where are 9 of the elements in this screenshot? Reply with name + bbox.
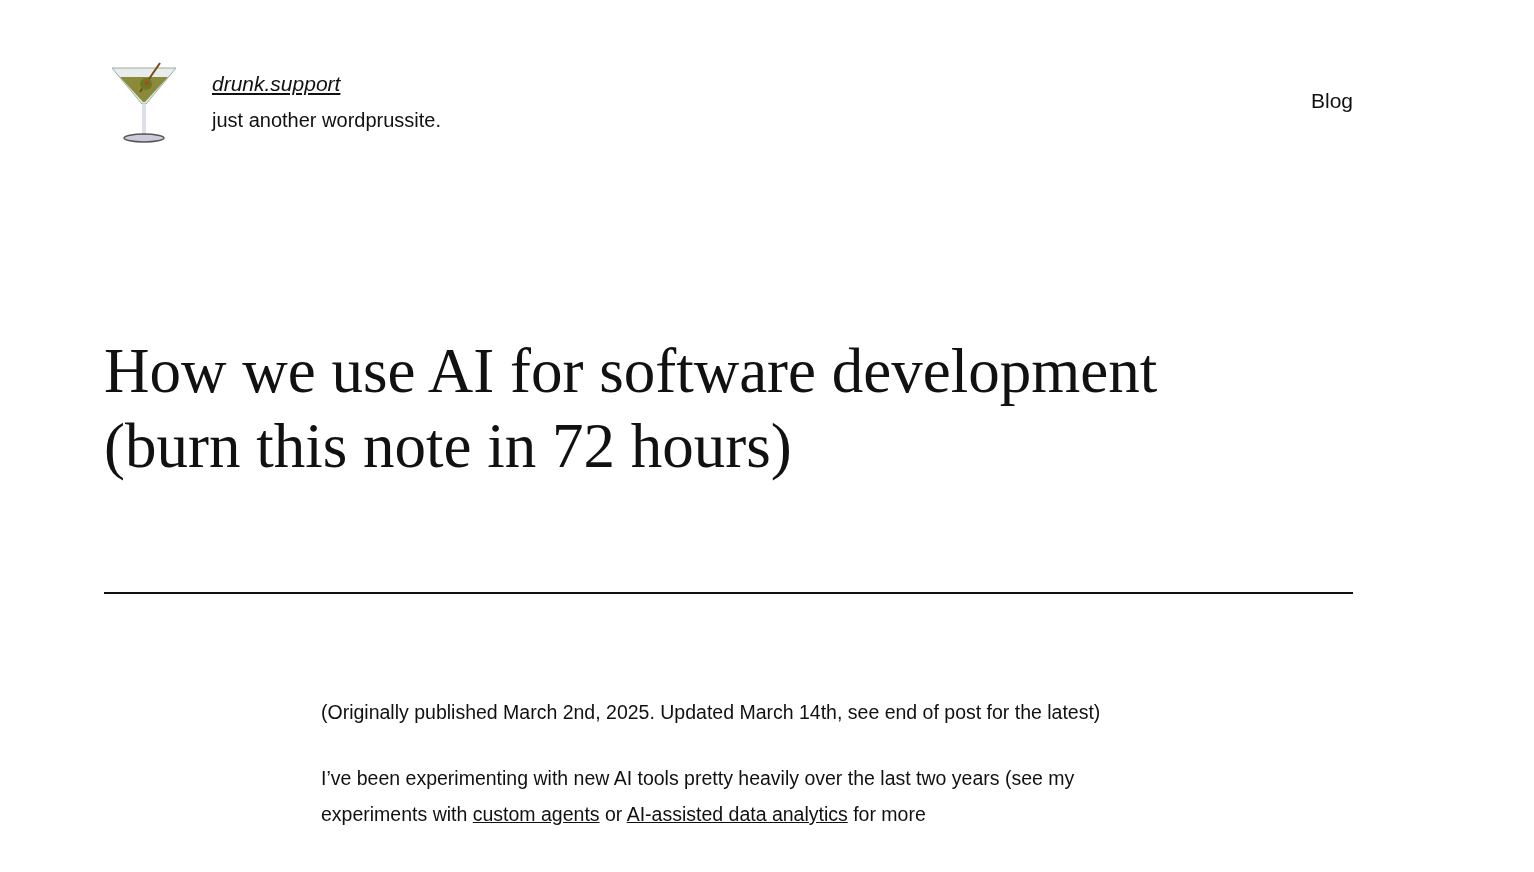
site-title-link[interactable]: drunk.support <box>212 70 441 98</box>
post-title: How we use AI for software development (burn this note in 72 hours) <box>104 335 1159 483</box>
inline-link[interactable]: custom agents <box>472 803 600 825</box>
body-paragraph: I’ve been experimenting with new AI tools pretty heavily over the last two years (see my experiments with custom agents or AI-assisted data analytics for more <box>321 766 1076 827</box>
body-paragraph: (Originally published March 2nd, 2025. Updated March 14th, see end of post for the latest) <box>321 700 1102 725</box>
inline-link[interactable]: AI-assisted data analytics <box>626 803 848 825</box>
site-tagline: just another wordprussite. <box>212 108 441 133</box>
nav-link[interactable]: Blog <box>1310 89 1353 113</box>
cocktail-glass-icon <box>110 62 178 144</box>
